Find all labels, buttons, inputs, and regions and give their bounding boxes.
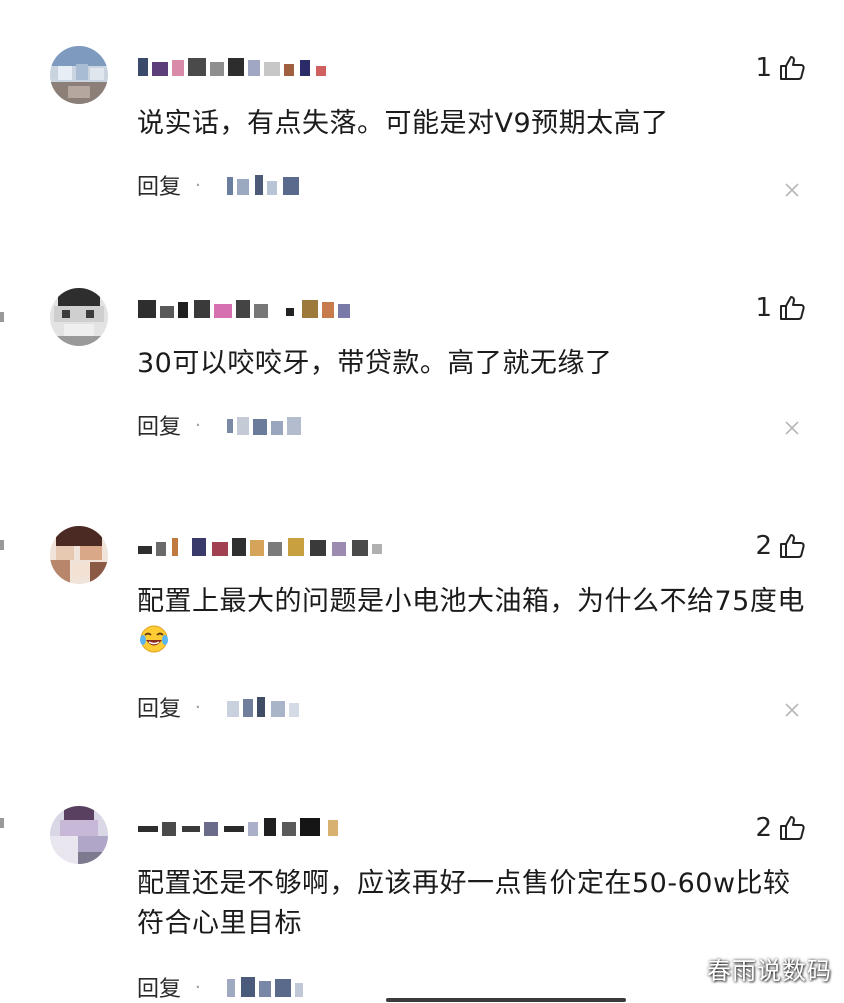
comment-meta: 回复 ·	[137, 972, 325, 1002]
separator-dot: ·	[195, 174, 201, 196]
edge-divider	[0, 540, 4, 550]
close-icon[interactable]	[784, 182, 800, 198]
avatar[interactable]	[50, 806, 108, 864]
comment-text: 配置还是不够啊，应该再好一点售价定在50-60w比较符合心里目标	[137, 868, 791, 939]
thumbs-up-icon	[778, 294, 806, 322]
comment-meta: 回复 ·	[137, 410, 325, 440]
timestamp-redacted	[215, 173, 325, 197]
like-button[interactable]: 1	[755, 291, 806, 325]
like-count: 2	[755, 813, 772, 843]
reply-button[interactable]: 回复	[137, 691, 181, 723]
separator-dot: ·	[195, 696, 201, 718]
thumbs-up-icon	[778, 532, 806, 560]
like-button[interactable]: 1	[755, 51, 806, 85]
username-redacted[interactable]	[138, 814, 358, 840]
home-indicator	[386, 998, 626, 1002]
thumbs-up-icon	[778, 54, 806, 82]
avatar[interactable]	[50, 526, 108, 584]
edge-divider	[0, 312, 4, 322]
separator-dot: ·	[195, 976, 201, 998]
username-redacted[interactable]	[138, 54, 338, 80]
comment-meta: 回复 ·	[137, 692, 325, 722]
avatar[interactable]	[50, 46, 108, 104]
avatar[interactable]	[50, 288, 108, 346]
comment-text: 说实话，有点失落。可能是对V9预期太高了	[137, 108, 669, 139]
timestamp-redacted	[215, 975, 325, 999]
timestamp-redacted	[215, 695, 325, 719]
reply-button[interactable]: 回复	[137, 971, 181, 1003]
watermark-text: 春雨说数码	[707, 957, 832, 985]
like-button[interactable]: 2	[755, 529, 806, 563]
separator-dot: ·	[195, 414, 201, 436]
edge-divider	[0, 818, 4, 828]
comment-text-body: 配置上最大的问题是小电池大油箱，为什么不给75度电	[137, 586, 805, 617]
comment-meta: 回复 ·	[137, 170, 325, 200]
reply-button[interactable]: 回复	[137, 409, 181, 441]
like-count: 2	[755, 531, 772, 561]
comment-text: 30可以咬咬牙，带贷款。高了就无缘了	[137, 348, 613, 379]
like-count: 1	[755, 53, 772, 83]
laughing-tears-emoji-icon	[139, 624, 169, 654]
reply-button[interactable]: 回复	[137, 169, 181, 201]
close-icon[interactable]	[784, 702, 800, 718]
close-icon[interactable]	[784, 420, 800, 436]
timestamp-redacted	[215, 413, 325, 437]
thumbs-up-icon	[778, 814, 806, 842]
username-redacted[interactable]	[138, 296, 368, 322]
like-count: 1	[755, 293, 772, 323]
comment-text: 配置上最大的问题是小电池大油箱，为什么不给75度电	[137, 582, 807, 662]
username-redacted[interactable]	[138, 534, 388, 560]
like-button[interactable]: 2	[755, 811, 806, 845]
